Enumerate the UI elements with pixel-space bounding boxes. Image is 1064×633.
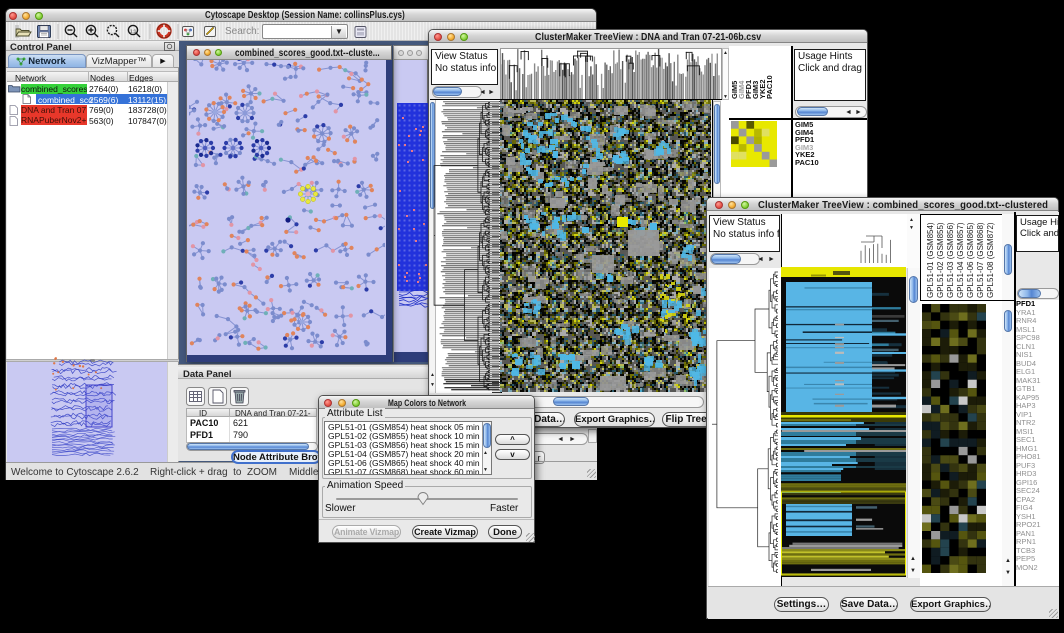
svg-text:GPL51-01 (GSM854): GPL51-01 (GSM854): [926, 222, 935, 298]
svg-text:PAC10: PAC10: [765, 75, 774, 99]
svg-text:GPL51-08 (GSM872): GPL51-08 (GSM872): [986, 222, 995, 298]
svg-text:GPL51-02 (GSM855): GPL51-02 (GSM855): [936, 222, 945, 298]
svg-text:GPL51-06 (GSM865): GPL51-06 (GSM865): [966, 222, 975, 298]
svg-text:GPL51-04 (GSM857): GPL51-04 (GSM857): [956, 222, 965, 298]
svg-text:GPL51-07 (GSM868): GPL51-07 (GSM868): [976, 222, 985, 298]
svg-text:GPL51-03 (GSM856): GPL51-03 (GSM856): [946, 222, 955, 298]
svg-text:1:1: 1:1: [130, 29, 137, 34]
